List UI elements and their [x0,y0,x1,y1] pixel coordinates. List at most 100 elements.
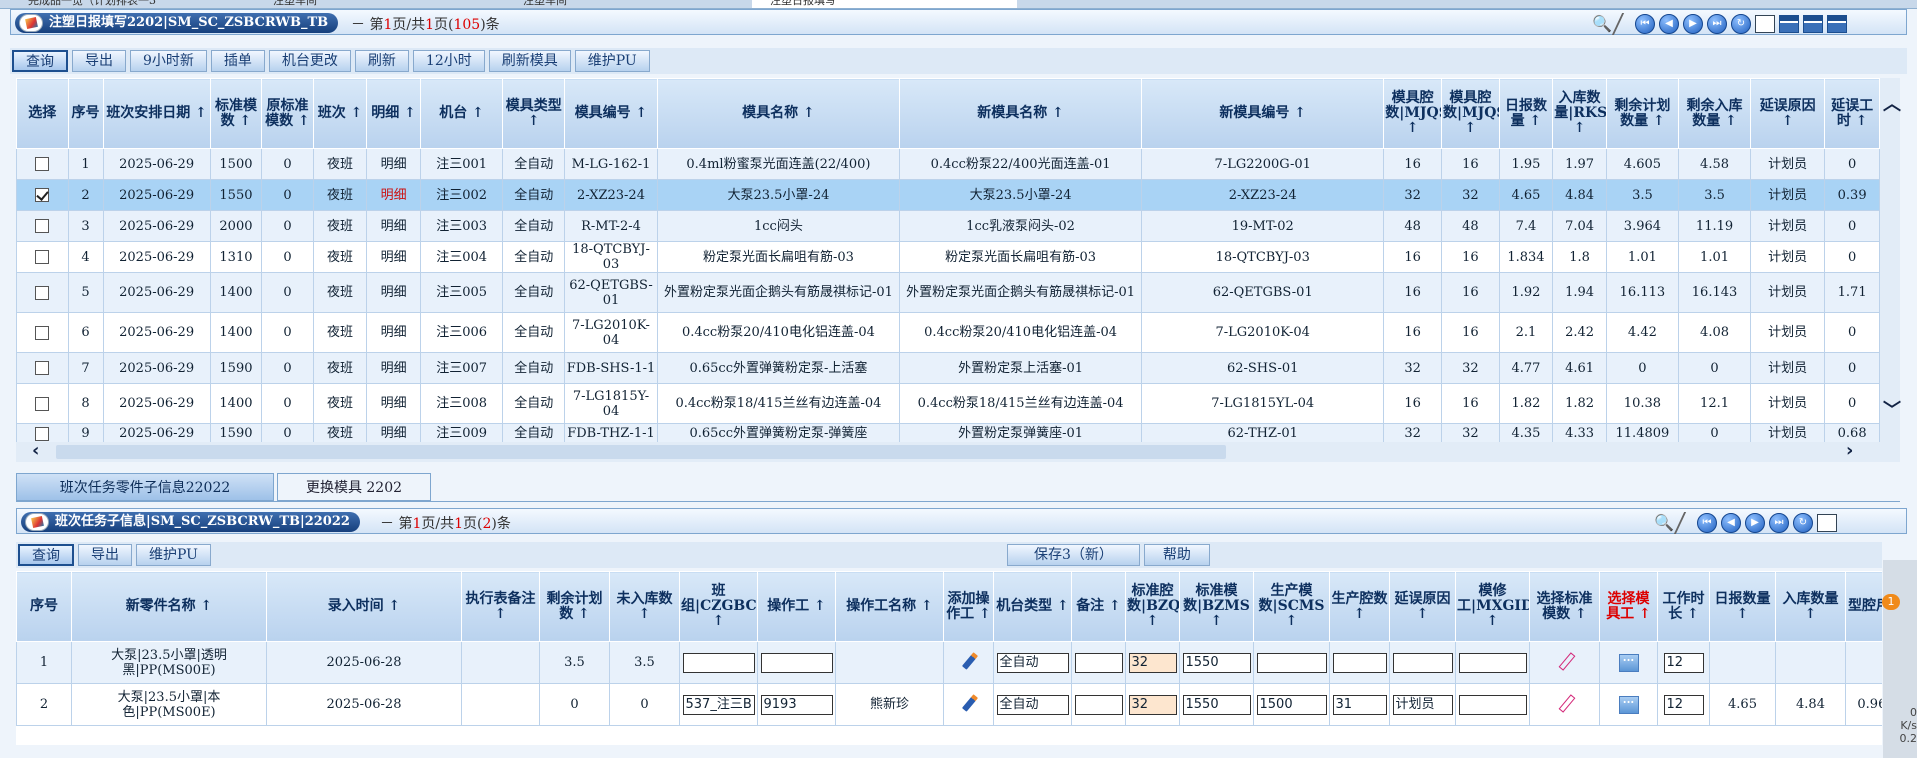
tab-change-mold[interactable]: 更换模具 2202 [277,473,431,501]
table-row[interactable]: 2 2025-06-29 1550 0 夜班 明细 注三002 全自动 2-XZ23-24 大泵2… [16,179,1880,211]
insert-order-button[interactable]: 插单 [210,50,265,72]
row-select-cell[interactable] [16,383,69,424]
scroll-left-icon[interactable]: ‹ [32,440,39,461]
col-header[interactable]: 明细 ↑ [366,78,421,149]
prev-page-icon[interactable]: ◀ [1659,14,1679,34]
standard-cavity-input[interactable]: 32 [1128,694,1177,715]
delay-reason-input[interactable] [1392,652,1453,673]
operator-input[interactable] [760,652,833,673]
row-select-cell[interactable] [16,241,69,273]
help-button[interactable]: 帮助 [1143,544,1210,566]
sub-col-header[interactable]: 执行表备注 ↑ [461,571,540,642]
first-page-icon[interactable]: ⏮ [1635,14,1655,34]
sub-col-header[interactable]: 生产模数|SCMS ↑ [1253,571,1330,642]
sub-col-header[interactable]: 标准模数|BZMS ↑ [1179,571,1254,642]
remark-input[interactable] [1074,694,1123,715]
row-checkbox[interactable] [35,325,50,340]
row-select-cell[interactable] [16,210,69,242]
sub-col-header[interactable]: 操作工 ↑ [757,571,836,642]
col-header[interactable]: 剩余入库数量 ↑ [1677,78,1752,149]
col-header[interactable]: 剩余计划数量 ↑ [1605,78,1679,149]
col-header[interactable]: 入库数量|RKSL1 ↑ [1552,78,1607,149]
col-header[interactable]: 新模具编号 ↑ [1141,78,1385,149]
last-page-icon[interactable]: ⏭ [1769,513,1789,533]
operator-input[interactable]: 9193 [760,694,833,715]
production-cavity-input[interactable]: 31 [1332,694,1387,715]
machine-change-button[interactable]: 机台更改 [268,50,351,72]
sub-col-header[interactable]: 添加操作工 ↑ [943,571,994,642]
layout-full-icon[interactable] [1827,15,1847,33]
detail-link[interactable]: 明细 [366,241,421,273]
next-page-icon[interactable]: ▶ [1745,513,1765,533]
group-input[interactable]: 537_注三B [682,694,755,715]
refresh-icon[interactable]: ↻ [1793,513,1813,533]
refresh-icon[interactable]: ↻ [1731,14,1751,34]
group-input[interactable] [682,652,755,673]
sub-col-header[interactable]: 剩余计划数 ↑ [539,571,610,642]
production-cavity-input[interactable] [1332,652,1387,673]
sub-col-header[interactable]: 备注 ↑ [1071,571,1126,642]
sub-table-row[interactable]: 1 大泵|23.5小罩|透明黑|PP(MS00E) 2025-06-28 3.5 3.5… [16,641,1882,684]
layout-split-icon[interactable] [1803,15,1823,33]
sub-col-header[interactable]: 未入库数 ↑ [609,571,680,642]
top-tab-active[interactable]: 注塑日报填写 [752,0,1017,8]
more-options-icon[interactable]: ··· [1618,654,1639,672]
row-checkbox[interactable] [35,250,50,264]
table-row[interactable]: 4 2025-06-29 1310 0 夜班 明细 注三004 全自动 18-QTCBYJ-03… [16,241,1880,273]
prev-page-icon[interactable]: ◀ [1721,513,1741,533]
row-checkbox[interactable] [35,426,50,441]
nine-hour-new-button[interactable]: 9小时新 [130,50,207,72]
detail-link[interactable]: 明细 [366,423,421,442]
remark-input[interactable] [1074,652,1123,673]
sub-col-header[interactable]: 选择标准模数 ↑ [1529,571,1600,642]
twelve-hour-button[interactable]: 12小时 [412,50,485,72]
detail-link[interactable]: 明细 [366,352,421,384]
detail-link[interactable]: 明细 [366,210,421,242]
sub-col-header[interactable]: 入库数量 ↑ [1775,571,1846,642]
sub-col-header[interactable]: 新零件名称 ↑ [71,571,267,642]
sub-col-header[interactable]: 延误原因 ↑ [1389,571,1456,642]
standard-cavity-input[interactable]: 32 [1128,652,1177,673]
sub-col-header[interactable]: 模修工|MXGID ↑ [1455,571,1530,642]
col-header[interactable]: 新模具名称 ↑ [898,78,1143,149]
table-row[interactable]: 8 2025-06-29 1400 0 夜班 明细 注三008 全自动 7-LG1815Y-04… [16,383,1880,424]
row-select-cell[interactable] [16,148,69,180]
export-button[interactable]: 导出 [72,50,126,72]
col-header[interactable]: 模具腔数|MJQS2 ↑ [1440,78,1500,149]
mold-repairer-input[interactable] [1458,652,1527,673]
maintain-pu-button[interactable]: 维护PU [574,50,650,72]
standard-mold-count-input[interactable]: 1550 [1182,652,1251,673]
search-icon[interactable]: 🔍 [1591,14,1613,34]
col-header[interactable]: 模具类型 ↑ [502,78,566,149]
col-header[interactable]: 日报数量 ↑ [1498,78,1554,149]
row-select-cell[interactable] [16,352,69,384]
production-mold-count-input[interactable] [1256,652,1327,673]
row-select-cell[interactable] [16,272,69,313]
row-checkbox[interactable] [35,188,50,202]
sub-query-button[interactable]: 查询 [18,544,74,566]
sub-maintain-pu-button[interactable]: 维护PU [136,544,211,566]
col-header[interactable]: 原标准模数 ↑ [261,78,314,149]
notification-badge[interactable]: 1 [1882,594,1900,610]
detail-link[interactable]: 明细 [366,148,421,180]
sub-col-header[interactable]: 机台类型 ↑ [993,571,1072,642]
sub-col-header[interactable]: 录入时间 ↑ [266,571,462,642]
work-hours-input[interactable]: 12 [1663,694,1704,715]
detail-link[interactable]: 明细 [366,179,421,211]
delay-reason-input[interactable]: 计划员 [1392,694,1453,715]
page-size-box[interactable] [1755,15,1775,33]
scroll-thumb[interactable] [56,445,1226,459]
edit-pencil-icon[interactable] [958,693,980,713]
sub-col-header[interactable]: 型腔用率 [1845,571,1882,642]
layout-icon[interactable] [1779,15,1799,33]
main-horizontal-scrollbar[interactable]: ‹ › [16,440,1900,462]
sub-col-header[interactable]: 班组|CZGBC ↑ [679,571,758,642]
col-header[interactable]: 标准模数 ↑ [209,78,263,149]
save-button[interactable]: 保存3（新） [1006,544,1140,566]
col-header[interactable]: 模具名称 ↑ [656,78,901,149]
scroll-right-icon[interactable]: › [1846,440,1853,461]
refresh-button[interactable]: 刷新 [354,50,409,72]
standard-mold-count-input[interactable]: 1550 [1182,694,1251,715]
sub-col-header[interactable]: 工作时长 ↑ [1657,571,1710,642]
page-size-box[interactable] [1817,514,1837,532]
